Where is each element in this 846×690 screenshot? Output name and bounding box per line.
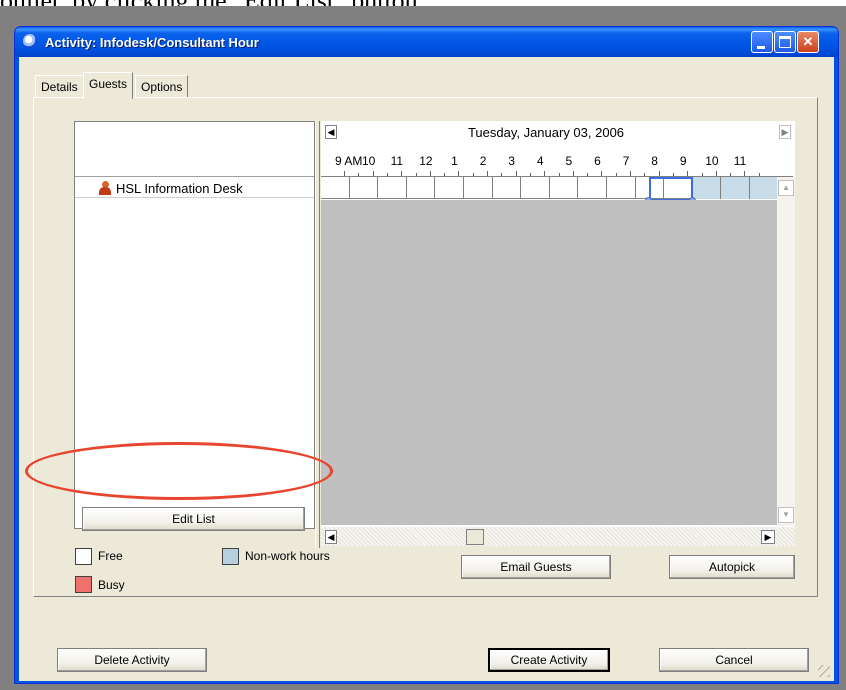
tab-guests[interactable]: Guests [83, 72, 134, 99]
minimize-icon [757, 46, 765, 49]
busy-swatch [75, 576, 92, 593]
time-slot[interactable] [578, 177, 607, 199]
create-activity-button[interactable]: Create Activity [488, 648, 610, 672]
edit-list-button[interactable]: Edit List [82, 507, 305, 531]
highlight-annotation-oval [25, 442, 333, 500]
tab-options[interactable]: Options [135, 75, 189, 97]
time-slot[interactable] [464, 177, 493, 199]
time-slot[interactable] [750, 177, 779, 199]
time-slot[interactable] [521, 177, 550, 199]
scroll-left-icon[interactable]: ◀ [325, 530, 337, 544]
horizontal-scrollbar[interactable]: ◀ ▶ [321, 527, 795, 546]
time-slot[interactable] [607, 177, 636, 199]
resource-person-icon [99, 181, 111, 195]
guest-list-header [75, 122, 314, 177]
hour-label: 11 [733, 154, 747, 168]
free-swatch [75, 548, 92, 565]
hour-label: 5 [565, 154, 573, 168]
next-day-arrow-icon[interactable]: ▶ [779, 125, 791, 139]
email-guests-button[interactable]: Email Guests [461, 555, 611, 579]
scroll-right-icon[interactable]: ▶ [761, 530, 775, 544]
guest-row[interactable]: HSL Information Desk [75, 178, 314, 198]
schedule-grid: ◀ Tuesday, January 03, 2006 ▶ 9 AM 10 11 12… [321, 121, 795, 546]
time-slot[interactable] [378, 177, 407, 199]
time-slot[interactable] [550, 177, 579, 199]
hour-label: 9 [679, 154, 687, 168]
hour-label: 4 [536, 154, 544, 168]
tab-details[interactable]: Details [35, 75, 84, 97]
tab-label: Details [41, 80, 78, 94]
hour-label: 9 AM [335, 154, 363, 168]
maximize-button[interactable] [774, 31, 796, 53]
clock-icon[interactable] [23, 34, 37, 48]
hour-label: 10 [705, 154, 719, 168]
hour-label: 1 [451, 154, 458, 168]
hour-label: 8 [651, 154, 658, 168]
minimize-button[interactable] [751, 31, 773, 53]
legend-busy-label: Busy [98, 578, 125, 592]
resize-grip-icon[interactable] [818, 665, 830, 677]
scroll-down-icon[interactable]: ▼ [778, 507, 794, 523]
activity-window: Activity: Infodesk/Consultant Hour ✕ Det… [14, 26, 839, 684]
time-slot[interactable] [721, 177, 750, 199]
hour-label: 7 [622, 154, 630, 168]
guest-name: HSL Information Desk [116, 181, 243, 196]
scroll-up-icon[interactable]: ▲ [778, 180, 794, 196]
title-bar[interactable]: Activity: Infodesk/Consultant Hour ✕ [15, 27, 838, 57]
legend-free-label: Free [98, 549, 123, 563]
time-slot[interactable] [435, 177, 464, 199]
tab-label: Guests [89, 77, 128, 91]
guest-time-row[interactable] [321, 177, 779, 199]
time-slot[interactable] [493, 177, 522, 199]
cancel-button[interactable]: Cancel [659, 648, 809, 672]
hour-label: 2 [479, 154, 487, 168]
time-slot[interactable] [350, 177, 379, 199]
hour-label: 6 [594, 154, 601, 168]
hour-label: 12 [419, 154, 433, 168]
delete-activity-button[interactable]: Delete Activity [57, 648, 207, 672]
time-slot[interactable] [321, 177, 350, 199]
window-title: Activity: Infodesk/Consultant Hour [45, 35, 259, 50]
time-slot[interactable] [693, 177, 722, 199]
horizontal-scroll-thumb[interactable] [466, 529, 484, 545]
tab-label: Options [141, 80, 183, 94]
time-slot[interactable] [407, 177, 436, 199]
schedule-date: Tuesday, January 03, 2006 [467, 125, 625, 140]
legend-non-work-label: Non-work hours [245, 549, 330, 563]
close-button[interactable]: ✕ [797, 31, 819, 53]
dialog-body: Details Guests Options HSL Information D… [19, 57, 834, 681]
maximize-icon [779, 36, 791, 48]
autopick-button[interactable]: Autopick [669, 555, 795, 579]
close-icon: ✕ [802, 34, 814, 49]
hour-label: 10 [362, 154, 376, 168]
empty-grid-area [321, 200, 777, 525]
meeting-time-selection[interactable] [649, 177, 693, 201]
hour-label: 3 [508, 154, 515, 168]
hour-label: 11 [390, 154, 404, 168]
vertical-scrollbar[interactable]: ▲ ▼ [777, 177, 795, 526]
non-work-swatch [222, 548, 239, 565]
